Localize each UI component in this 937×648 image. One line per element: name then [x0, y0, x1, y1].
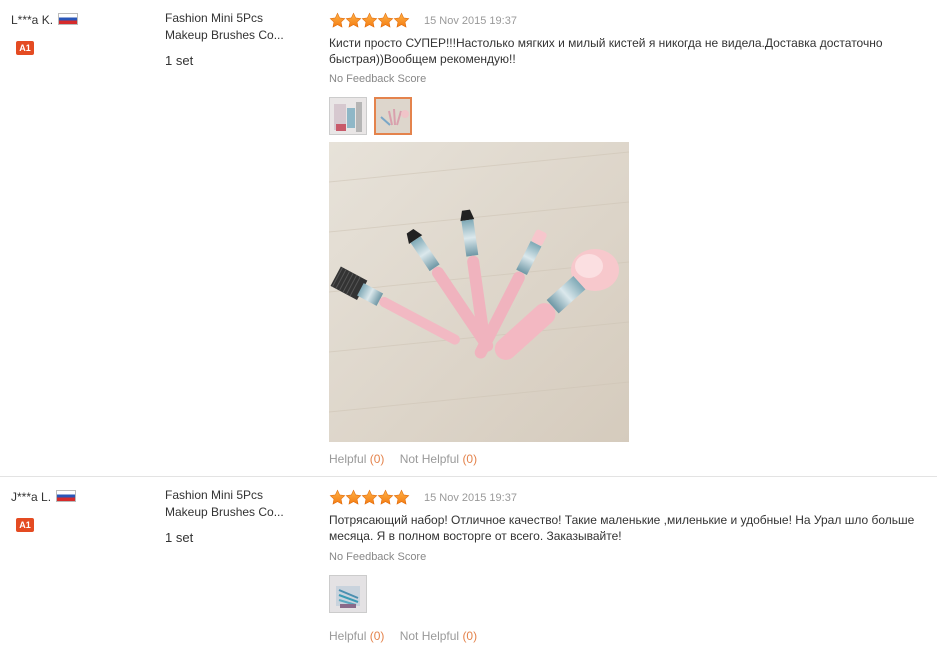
- product-title-line[interactable]: Makeup Brushes Co...: [165, 27, 305, 44]
- star-icon: [329, 12, 346, 29]
- photo-thumbnail-selected[interactable]: [374, 97, 412, 135]
- review-date: 15 Nov 2015 19:37: [424, 15, 517, 27]
- comment-line: Кисти просто СУПЕР!!!Настолько мягких и …: [329, 36, 883, 50]
- comment-line: Потрясающий набор! Отличное качество! Та…: [329, 513, 915, 527]
- helpful-count: (0): [369, 452, 385, 466]
- review-photo-large[interactable]: [329, 142, 629, 442]
- star-icon: [345, 12, 362, 29]
- not-helpful-label[interactable]: Not Helpful: [400, 452, 459, 466]
- comment-line: месяца. Я в полном восторге от всего. За…: [329, 529, 622, 543]
- star-icon: [377, 489, 394, 506]
- product-title-line[interactable]: Fashion Mini 5Pcs: [165, 487, 305, 504]
- product-title-line[interactable]: Makeup Brushes Co...: [165, 504, 305, 521]
- star-icon: [361, 489, 378, 506]
- quantity: 1 set: [165, 53, 194, 68]
- helpful-label[interactable]: Helpful: [329, 452, 366, 466]
- star-icon: [345, 489, 362, 506]
- russia-flag-icon: [56, 490, 77, 502]
- not-helpful-count: (0): [462, 629, 478, 643]
- review-comment: Кисти просто СУПЕР!!!Настолько мягких и …: [329, 35, 929, 67]
- buyer-info: L***a K.: [11, 13, 79, 27]
- review-item: J***a L. A1 Fashion Mini 5Pcs Makeup Bru…: [0, 477, 937, 648]
- product-photo-icon: [330, 576, 366, 612]
- not-helpful-button[interactable]: Not Helpful (0): [400, 452, 477, 466]
- star-icon: [393, 12, 410, 29]
- product-photo-icon: [376, 99, 410, 133]
- star-icon: [361, 12, 378, 29]
- not-helpful-button[interactable]: Not Helpful (0): [400, 629, 477, 643]
- buyer-info: J***a L.: [11, 490, 77, 504]
- feedback-score: No Feedback Score: [329, 551, 427, 563]
- buyer-name[interactable]: L***a K.: [11, 13, 53, 27]
- buyer-level-badge: A1: [16, 518, 34, 532]
- buyer-level-badge: A1: [16, 41, 34, 55]
- not-helpful-label[interactable]: Not Helpful: [400, 629, 459, 643]
- photo-thumbnail[interactable]: [329, 97, 367, 135]
- quantity: 1 set: [165, 530, 194, 545]
- helpful-row: Helpful (0) Not Helpful (0): [329, 629, 477, 643]
- star-icon: [329, 489, 346, 506]
- helpful-row: Helpful (0) Not Helpful (0): [329, 452, 477, 466]
- star-icon: [393, 489, 410, 506]
- product-photo-icon: [330, 98, 366, 134]
- product-title-line[interactable]: Fashion Mini 5Pcs: [165, 10, 305, 27]
- helpful-button[interactable]: Helpful (0): [329, 629, 384, 643]
- brush-set-photo: [329, 142, 629, 442]
- helpful-label[interactable]: Helpful: [329, 629, 366, 643]
- review-comment: Потрясающий набор! Отличное качество! Та…: [329, 512, 929, 544]
- russia-flag-icon: [58, 13, 79, 25]
- not-helpful-count: (0): [462, 452, 478, 466]
- star-icon: [377, 12, 394, 29]
- comment-line: быстрая))Вообщем рекомендую!!: [329, 52, 516, 66]
- helpful-count: (0): [369, 629, 385, 643]
- product-title[interactable]: Fashion Mini 5Pcs Makeup Brushes Co...: [165, 487, 305, 521]
- feedback-score: No Feedback Score: [329, 73, 427, 85]
- buyer-name[interactable]: J***a L.: [11, 490, 51, 504]
- review-date: 15 Nov 2015 19:37: [424, 492, 517, 504]
- helpful-button[interactable]: Helpful (0): [329, 452, 384, 466]
- photo-thumbnail[interactable]: [329, 575, 367, 613]
- product-title[interactable]: Fashion Mini 5Pcs Makeup Brushes Co...: [165, 10, 305, 44]
- review-item: L***a K. A1 Fashion Mini 5Pcs Makeup Bru…: [0, 0, 937, 476]
